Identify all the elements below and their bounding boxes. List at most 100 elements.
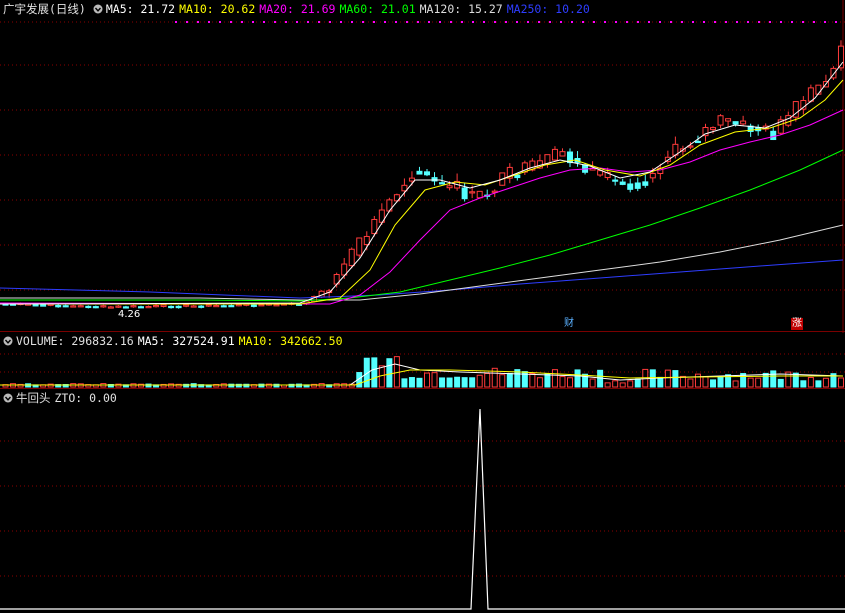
chevron-down-icon[interactable] [3, 393, 13, 403]
volume-bar [589, 378, 596, 388]
chevron-down-icon[interactable] [3, 336, 13, 346]
volume-bar [506, 372, 513, 388]
volume-bar [401, 378, 408, 388]
signal-dot [230, 21, 232, 23]
candle-body [649, 172, 656, 179]
candle-body [168, 305, 175, 309]
signal-dot [648, 21, 650, 23]
signal-dot [175, 21, 177, 23]
candle-body [228, 305, 235, 308]
candle-body [725, 118, 732, 122]
signal-dot [714, 21, 716, 23]
event-tag-finance[interactable]: 财 [563, 318, 575, 330]
volume-bar [717, 375, 724, 388]
signal-dot [483, 21, 485, 23]
price-panel[interactable]: 广宇发展(日线) MA5: 21.72 MA10: 20.62 MA20: 21.69… [0, 0, 845, 333]
candle-body [642, 181, 649, 186]
volume-bar [424, 372, 430, 388]
signal-dot [582, 21, 584, 23]
signal-dot [439, 21, 441, 23]
ma-legend: MA5: 21.72 MA10: 20.62 MA20: 21.69 MA60: 21… [106, 2, 594, 16]
chevron-down-icon[interactable] [93, 4, 103, 14]
candle-body [273, 304, 280, 307]
candle-body [424, 171, 430, 176]
signal-dot [362, 21, 364, 23]
candle-body [213, 304, 220, 308]
signal-dot [505, 21, 507, 23]
signal-dot [351, 21, 353, 23]
volume-bar [822, 377, 829, 388]
candle-body [363, 235, 370, 246]
ma-legend-item: MA250: 10.20 [506, 2, 590, 16]
signal-dot [802, 21, 804, 23]
indicator-title: 牛回头 [16, 391, 51, 405]
candle-body [694, 140, 701, 144]
volume-bar [416, 377, 423, 388]
ma-legend-item: MA5: 21.72 [105, 2, 176, 16]
candle-body [356, 237, 363, 256]
signal-dot [494, 21, 496, 23]
candle-body [130, 305, 137, 308]
signal-dot [384, 21, 386, 23]
volume-bar [461, 377, 468, 388]
signal-dot [736, 21, 738, 23]
signal-dot [450, 21, 452, 23]
volume-bar [574, 369, 581, 388]
candle-body [175, 305, 182, 309]
candle-body [70, 305, 77, 308]
ma250-line [0, 259, 844, 299]
signal-dot [747, 21, 749, 23]
ma-legend-item: MA10: 20.62 [179, 2, 256, 16]
volume-bar [499, 374, 506, 388]
signal-dot [197, 21, 199, 23]
indicator-panel[interactable]: 牛回头 ZTO: 0.00 [0, 389, 845, 613]
event-tag-limit-up[interactable]: 涨 [791, 318, 803, 330]
volume-panel[interactable]: VOLUME: 296832.16 MA5: 327524.91 MA10: 342… [0, 332, 845, 389]
signal-dot [791, 21, 793, 23]
volume-bar [446, 377, 453, 388]
candle-body [190, 305, 197, 308]
volume-bar [551, 369, 558, 388]
signal-dot [835, 21, 837, 23]
signal-dot [692, 21, 694, 23]
signal-dot [406, 21, 408, 23]
signal-dot [615, 21, 617, 23]
signal-dot [593, 21, 595, 23]
candle-body [137, 306, 144, 309]
signal-dot [186, 21, 188, 23]
candle-body [258, 304, 265, 307]
volume-bar [604, 382, 611, 388]
signal-dot [659, 21, 661, 23]
volume-bar [747, 377, 754, 388]
volume-bar [837, 377, 844, 388]
candle-body [32, 304, 39, 307]
candle-body [559, 151, 566, 157]
price-chart[interactable] [0, 0, 845, 333]
volume-bar [634, 378, 641, 388]
candle-body [160, 304, 167, 307]
candle-body [85, 305, 92, 309]
ma-legend-item: MA20: 21.69 [259, 2, 336, 16]
volume-bar [439, 377, 446, 388]
candle-body [92, 306, 99, 309]
candle-body [807, 87, 814, 102]
candle-body [439, 182, 446, 185]
signal-dot [472, 21, 474, 23]
candle-body [785, 115, 792, 126]
signal-dot [527, 21, 529, 23]
candle-body [107, 306, 114, 309]
price-header: 广宇发展(日线) MA5: 21.72 MA10: 20.62 MA20: 21.69… [0, 0, 598, 18]
indicator-chart[interactable] [0, 389, 845, 613]
candle-body [40, 304, 47, 307]
candle-body [717, 115, 724, 126]
signal-dot [274, 21, 276, 23]
indicator-value: ZTO: 0.00 [54, 391, 117, 405]
signal-dot [824, 21, 826, 23]
volume-bar [755, 377, 762, 388]
candle-body [348, 248, 355, 267]
zto-line [0, 408, 845, 610]
candle-body [476, 190, 483, 199]
signal-dot [538, 21, 540, 23]
volume-bar [672, 370, 679, 388]
candle-body [446, 185, 453, 189]
